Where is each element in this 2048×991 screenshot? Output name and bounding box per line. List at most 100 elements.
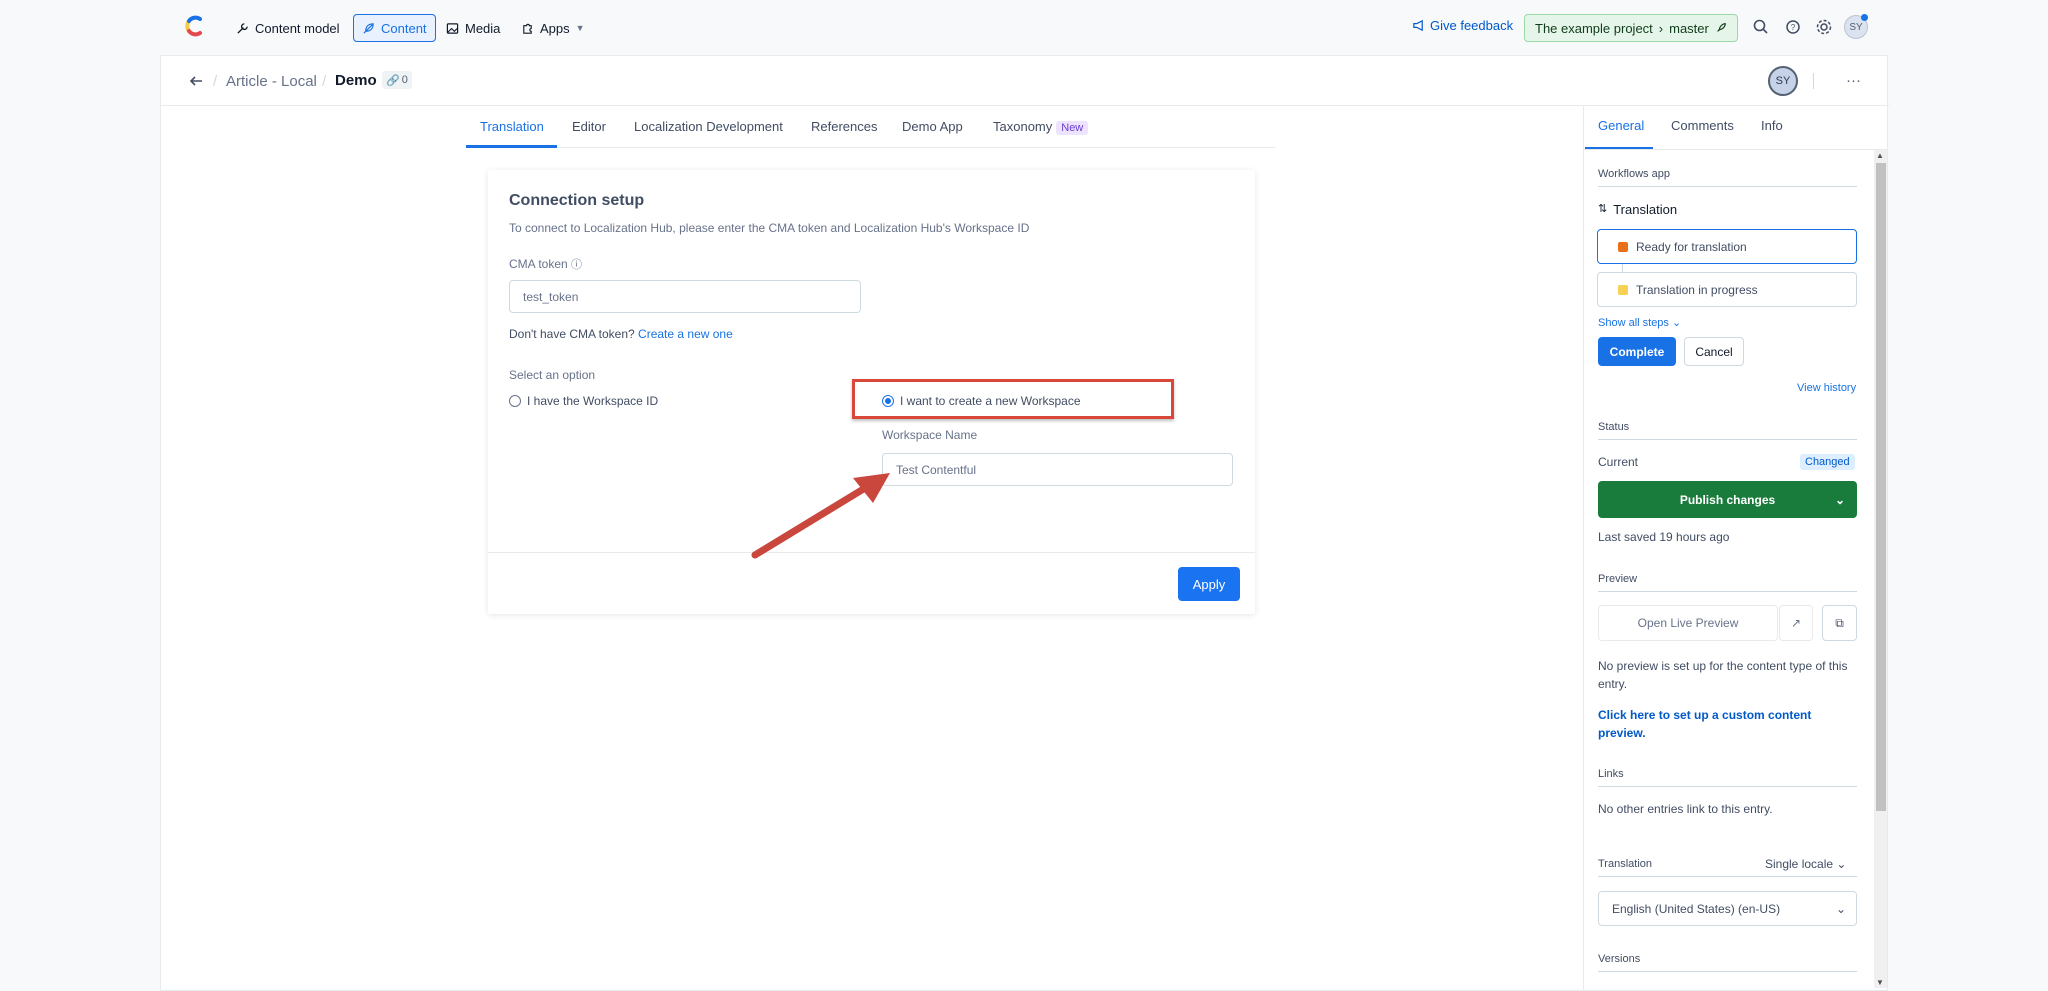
cma-token-input[interactable]: test_token [509,280,861,313]
nav-apps[interactable]: Apps ▼ [521,14,585,42]
show-all-label: Show all steps [1598,317,1669,329]
gear-icon[interactable] [1815,18,1833,36]
environment-switcher[interactable]: The example project › master [1524,14,1738,42]
workspace-name-input[interactable]: Test Contentful [882,453,1233,486]
option-label: Select an option [509,368,596,382]
external-link-icon[interactable]: ↗ [1779,605,1813,641]
tab-info[interactable]: Info [1761,118,1783,133]
no-links-text: No other entries link to this entry. [1598,802,1773,816]
links-heading: Links [1598,768,1857,787]
breadcrumb[interactable]: Article - Local [226,73,317,90]
more-options-button[interactable]: ··· [1846,72,1861,89]
link-icon: 🔗 [386,74,400,87]
workspace-name-label: Workspace Name [882,428,978,442]
tab-demo-app[interactable]: Demo App [902,119,963,134]
tab-localization-development[interactable]: Localization Development [634,119,783,134]
show-all-steps-link[interactable]: Show all steps ⌄ [1598,316,1681,329]
reference-count[interactable]: 🔗 0 [382,71,412,89]
chevron-down-icon: ▼ [575,23,585,33]
scrollbar-thumb[interactable] [1876,163,1886,811]
view-history-link[interactable]: View history [1797,382,1856,394]
contentful-logo[interactable] [183,14,205,38]
tab-label: Taxonomy [993,119,1053,134]
nav-label: Content [381,20,427,36]
project-name: The example project [1535,20,1653,36]
environment-name: master [1669,20,1709,36]
scroll-up-icon[interactable]: ▲ [1876,151,1884,160]
locale-select[interactable]: English (United States) (en-US) ⌄ [1598,891,1857,926]
annotation-arrow [751,473,890,559]
active-tab-indicator [466,145,557,148]
wrench-icon [237,22,248,34]
help-icon[interactable]: ? [1784,18,1802,36]
chevron-right-icon: › [1658,20,1664,36]
arrow-left-icon[interactable] [188,73,204,89]
token-label: CMA token ⓘ [509,256,582,272]
rocket-icon [1717,23,1726,32]
no-preview-text: No preview is set up for the content typ… [1598,659,1848,691]
image-icon [446,22,459,34]
complete-button[interactable]: Complete [1598,337,1676,366]
radio-circle[interactable] [509,395,521,407]
step-label: Ready for translation [1636,239,1747,254]
nav-label: Media [465,20,501,36]
divider [1583,149,1888,150]
entry-header: / Article - Local / Demo 🔗 0 SY ··· [161,56,1889,106]
chevron-down-icon: ⌄ [1836,857,1847,871]
preview-heading: Preview [1598,573,1857,592]
no-token-text: Don't have CMA token? Create a new one [509,327,733,341]
scroll-down-icon[interactable]: ▼ [1876,978,1884,987]
nav-content[interactable]: Content [353,14,436,42]
create-token-link[interactable]: Create a new one [638,327,733,341]
step-ready-for-translation[interactable]: Ready for translation [1597,229,1857,264]
notification-dot [1861,14,1868,21]
locale-mode-dropdown[interactable]: Single locale ⌄ [1765,857,1846,871]
step-status-icon [1618,242,1628,252]
workflows-heading: Workflows app [1598,168,1857,187]
svg-text:?: ? [1791,23,1796,32]
step-status-icon [1618,285,1628,295]
current-label: Current [1598,455,1639,469]
copy-icon[interactable]: ⧉ [1822,605,1857,641]
divider [1583,106,1584,991]
nav-media[interactable]: Media [446,14,500,42]
tab-taxonomy[interactable]: Taxonomy New [993,119,1089,135]
divider [1813,73,1814,89]
megaphone-icon [1413,19,1423,32]
tab-general[interactable]: General [1598,118,1644,133]
setup-preview-link[interactable]: Click here to set up a custom content pr… [1598,706,1857,742]
workflow-name: ⇅ Translation [1598,202,1677,217]
breadcrumb-separator: / [213,73,218,90]
top-navigation: Content model Content Media Apps ▼ Give … [0,0,2048,55]
tab-editor[interactable]: Editor [572,119,606,134]
tab-translation[interactable]: Translation [480,119,544,134]
open-live-preview-button[interactable]: Open Live Preview [1598,605,1778,641]
apply-button[interactable]: Apply [1178,567,1240,601]
tab-references[interactable]: References [811,119,877,134]
locale-mode-label: Single locale [1765,857,1834,871]
chevron-down-icon[interactable]: ⌄ [1835,493,1845,507]
info-icon: ⓘ [571,259,583,271]
publish-label: Publish changes [1679,492,1776,507]
no-token-label: Don't have CMA token? [509,327,635,341]
new-badge: New [1056,121,1089,135]
feedback-label: Give feedback [1430,18,1514,33]
give-feedback-link[interactable]: Give feedback [1412,18,1513,33]
radio-label: I have the Workspace ID [527,394,659,408]
radio-have-workspace[interactable]: I have the Workspace ID [509,394,658,408]
step-connector [1622,264,1623,272]
search-icon[interactable] [1752,18,1770,36]
tab-comments[interactable]: Comments [1671,118,1734,133]
last-saved-text: Last saved 19 hours ago [1598,530,1730,544]
publish-button[interactable]: Publish changes ⌄ [1598,481,1857,518]
avatar[interactable]: SY [1768,66,1798,96]
cancel-button[interactable]: Cancel [1684,337,1744,366]
entry-tabs: Translation Editor Localization Developm… [466,105,1276,148]
workflow-label: Translation [1613,202,1678,217]
breadcrumb-separator: / [322,73,327,90]
step-translation-in-progress[interactable]: Translation in progress [1597,272,1857,307]
ref-count-value: 0 [401,74,408,86]
nav-content-model[interactable]: Content model [236,14,340,42]
feather-icon [363,22,374,34]
puzzle-icon [523,23,532,34]
